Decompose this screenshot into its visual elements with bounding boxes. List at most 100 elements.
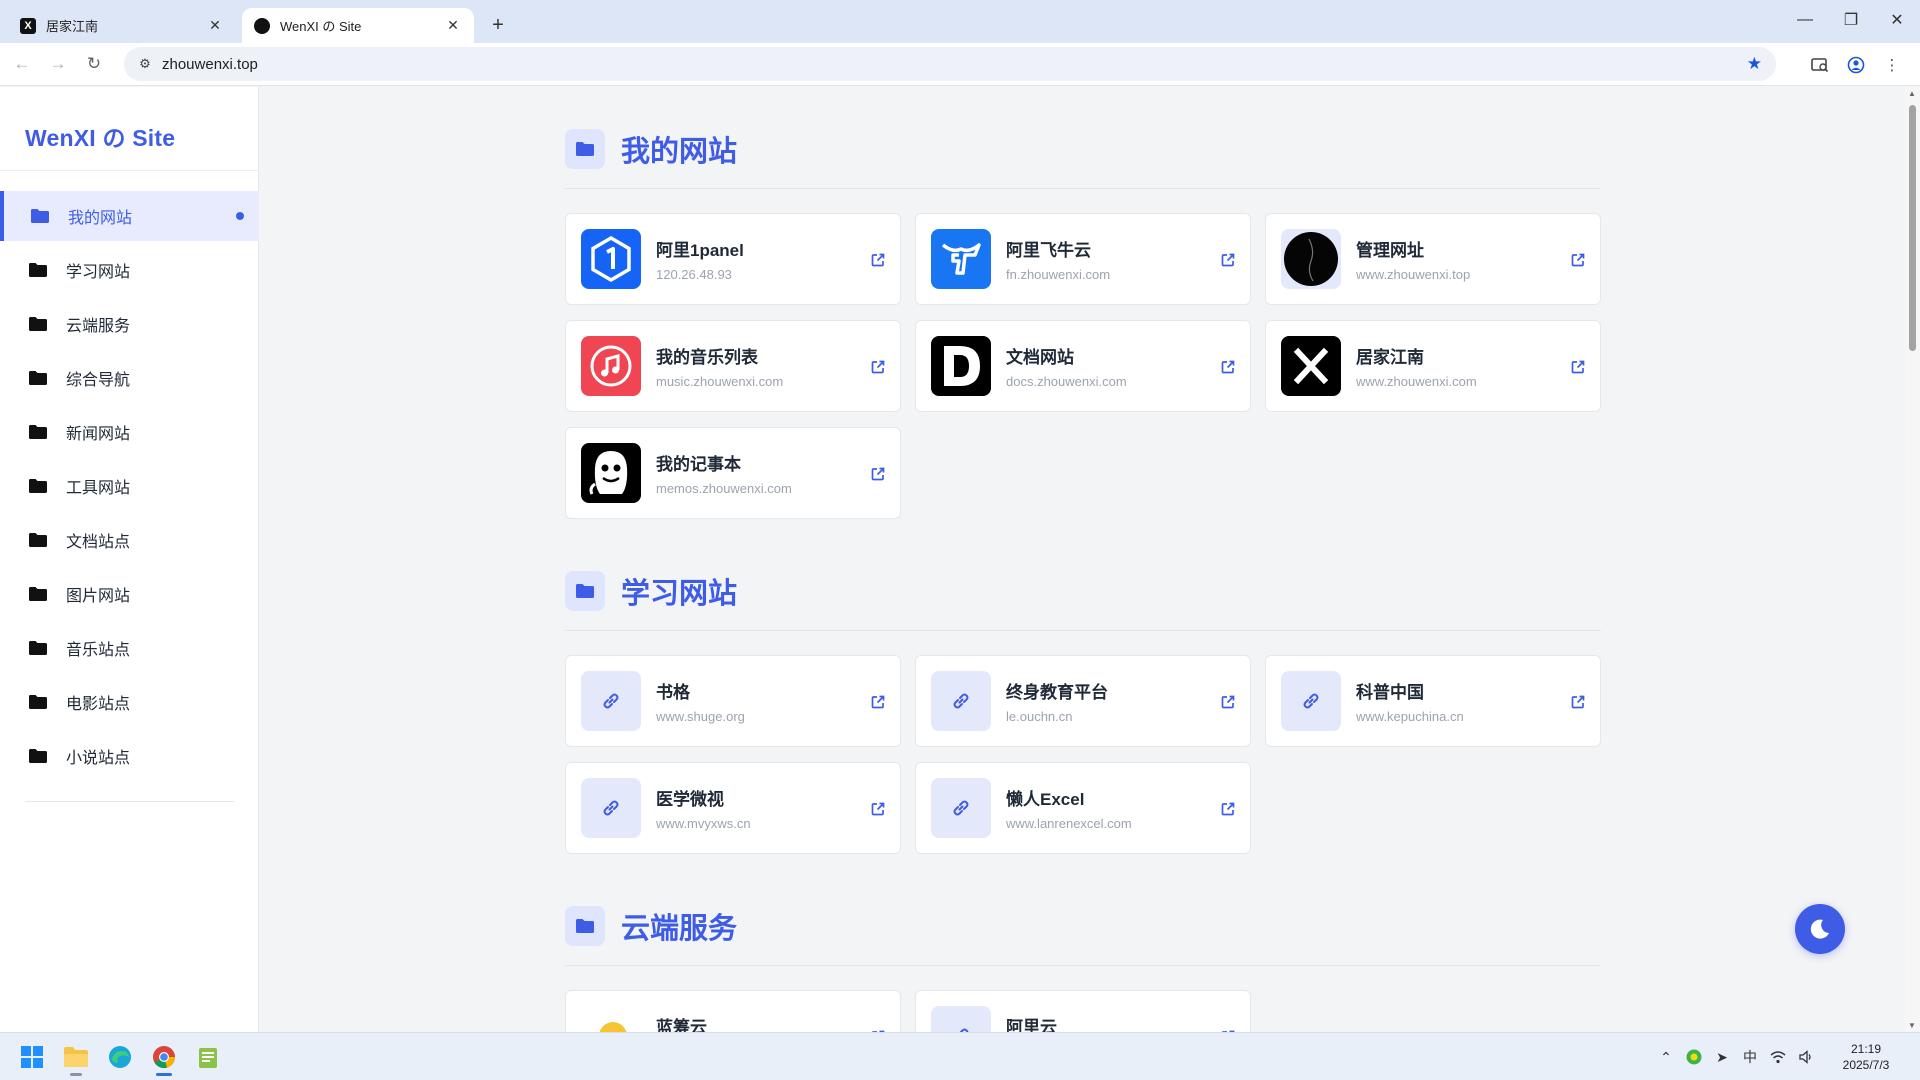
notepad-app-icon[interactable]	[188, 1037, 228, 1077]
site-card[interactable]: 书格 www.shuge.org	[565, 655, 901, 747]
link-icon	[1281, 671, 1341, 731]
browser-tab-wenxi[interactable]: WenXI の Site ✕	[242, 8, 474, 43]
location-arrow-icon[interactable]: ➤	[1708, 1043, 1736, 1071]
taskbar-clock[interactable]: 21:19 2025/7/3	[1820, 1041, 1912, 1073]
address-url[interactable]: zhouwenxi.top	[162, 56, 258, 73]
tab-close-icon[interactable]: ✕	[444, 17, 462, 35]
external-link-icon[interactable]	[1570, 694, 1586, 710]
reading-mode-icon[interactable]	[1802, 47, 1838, 83]
site-card[interactable]: 管理网址 www.zhouwenxi.top	[1265, 213, 1601, 305]
dark-mode-toggle-button[interactable]	[1795, 904, 1845, 954]
page-viewport: WenXI の Site 我的网站 学习网站 云端服务 综合导航 新闻网站 工具…	[0, 87, 1920, 1032]
wifi-icon[interactable]	[1764, 1043, 1792, 1071]
site-url: www.lanrenexcel.com	[1006, 816, 1132, 831]
site-card[interactable]: 我的音乐列表 music.zhouwenxi.com	[565, 320, 901, 412]
sidebar-item-novels[interactable]: 小说站点	[0, 731, 259, 781]
scroll-up-icon[interactable]: ▲	[1908, 89, 1916, 98]
menu-kebab-icon[interactable]: ⋮	[1874, 47, 1910, 83]
sidebar-item-my-sites[interactable]: 我的网站	[0, 191, 259, 241]
site-url: www.kepuchina.cn	[1356, 709, 1464, 724]
site-card[interactable]: 蓝筹云	[565, 990, 901, 1032]
external-link-icon[interactable]	[870, 466, 886, 482]
site-name: 管理网址	[1356, 241, 1424, 260]
memos-logo-icon	[581, 443, 641, 503]
address-bar[interactable]: ⚙ zhouwenxi.top ★	[124, 47, 1776, 81]
profile-icon[interactable]	[1838, 47, 1874, 83]
site-card[interactable]: 文档网站 docs.zhouwenxi.com	[915, 320, 1251, 412]
forward-arrow-icon[interactable]: →	[40, 46, 76, 82]
windows-start-icon[interactable]	[12, 1037, 52, 1077]
folder-icon	[30, 208, 50, 224]
site-url: docs.zhouwenxi.com	[1006, 374, 1127, 389]
folder-icon	[28, 532, 48, 548]
site-card[interactable]: 医学微视 www.mvyxws.cn	[565, 762, 901, 854]
sidebar-item-news[interactable]: 新闻网站	[0, 407, 259, 457]
minimize-icon[interactable]: —	[1782, 0, 1828, 40]
external-link-icon[interactable]	[1220, 252, 1236, 268]
external-link-icon[interactable]	[1220, 801, 1236, 817]
link-icon	[581, 778, 641, 838]
site-card[interactable]: 阿里飞牛云 fn.zhouwenxi.com	[915, 213, 1251, 305]
site-card[interactable]: 居家江南 www.zhouwenxi.com	[1265, 320, 1601, 412]
file-explorer-icon[interactable]	[56, 1037, 96, 1077]
sidebar-item-label: 音乐站点	[66, 642, 131, 659]
site-info-icon[interactable]: ⚙	[130, 56, 160, 72]
site-name: 居家江南	[1356, 348, 1424, 367]
sidebar-item-docs[interactable]: 文档站点	[0, 515, 259, 565]
site-card[interactable]: 我的记事本 memos.zhouwenxi.com	[565, 427, 901, 519]
sidebar-item-images[interactable]: 图片网站	[0, 569, 259, 619]
folder-icon	[28, 748, 48, 764]
tab-title: WenXI の Site	[280, 19, 362, 34]
close-window-icon[interactable]: ✕	[1874, 0, 1920, 40]
chevron-up-icon[interactable]: ⌃	[1652, 1043, 1680, 1071]
page-scrollbar[interactable]: ▲ ▼	[1905, 87, 1920, 1032]
site-card[interactable]: 懒人Excel www.lanrenexcel.com	[915, 762, 1251, 854]
new-tab-button[interactable]: +	[484, 11, 512, 39]
reload-icon[interactable]: ↻	[76, 46, 112, 82]
chrome-browser-icon[interactable]	[144, 1037, 184, 1077]
music-note-logo-icon	[581, 336, 641, 396]
bookmark-star-icon[interactable]: ★	[1747, 54, 1762, 74]
site-name: 阿里飞牛云	[1006, 241, 1091, 260]
running-indicator	[70, 1072, 82, 1076]
tab-close-icon[interactable]: ✕	[206, 17, 224, 35]
sidebar-item-music[interactable]: 音乐站点	[0, 623, 259, 673]
scrollbar-thumb[interactable]	[1909, 105, 1916, 351]
feiniu-logo-icon	[931, 229, 991, 289]
tab-title: 居家江南	[46, 19, 99, 34]
restore-icon[interactable]: ❐	[1828, 0, 1874, 40]
sidebar-item-tools[interactable]: 工具网站	[0, 461, 259, 511]
external-link-icon[interactable]	[870, 801, 886, 817]
site-card[interactable]: 阿里1panel 120.26.48.93	[565, 213, 901, 305]
site-card[interactable]: 科普中国 www.kepuchina.cn	[1265, 655, 1601, 747]
external-link-icon[interactable]	[1220, 694, 1236, 710]
sidebar-item-label: 新闻网站	[66, 426, 131, 443]
site-card[interactable]: 终身教育平台 le.ouchn.cn	[915, 655, 1251, 747]
sidebar-item-nav[interactable]: 综合导航	[0, 353, 259, 403]
edge-browser-icon[interactable]	[100, 1037, 140, 1077]
site-card[interactable]: 阿里云	[915, 990, 1251, 1032]
sidebar-item-cloud[interactable]: 云端服务	[0, 299, 259, 349]
external-link-icon[interactable]	[870, 252, 886, 268]
browser-tab-strip: X 居家江南 ✕ WenXI の Site ✕ + — ❐ ✕	[0, 0, 1920, 43]
site-name: 阿里1panel	[656, 241, 744, 260]
back-arrow-icon[interactable]: ←	[4, 46, 40, 82]
external-link-icon[interactable]	[870, 359, 886, 375]
sidebar-item-study[interactable]: 学习网站	[0, 245, 259, 295]
app-tray-icon[interactable]	[1680, 1043, 1708, 1071]
ime-indicator[interactable]: 中	[1736, 1043, 1764, 1071]
scroll-down-icon[interactable]: ▼	[1908, 1021, 1916, 1030]
site-name: 文档网站	[1006, 348, 1074, 367]
sidebar-item-movies[interactable]: 电影站点	[0, 677, 259, 727]
external-link-icon[interactable]	[1220, 359, 1236, 375]
folder-icon	[565, 571, 605, 611]
browser-tab-jujia[interactable]: X 居家江南 ✕	[8, 8, 236, 43]
site-logo[interactable]: WenXI の Site	[25, 119, 175, 153]
external-link-icon[interactable]	[870, 694, 886, 710]
external-link-icon[interactable]	[1570, 359, 1586, 375]
external-link-icon[interactable]	[1570, 252, 1586, 268]
volume-icon[interactable]	[1792, 1043, 1820, 1071]
sidebar-item-label: 图片网站	[66, 588, 131, 605]
folder-icon	[565, 129, 605, 169]
link-icon	[581, 671, 641, 731]
